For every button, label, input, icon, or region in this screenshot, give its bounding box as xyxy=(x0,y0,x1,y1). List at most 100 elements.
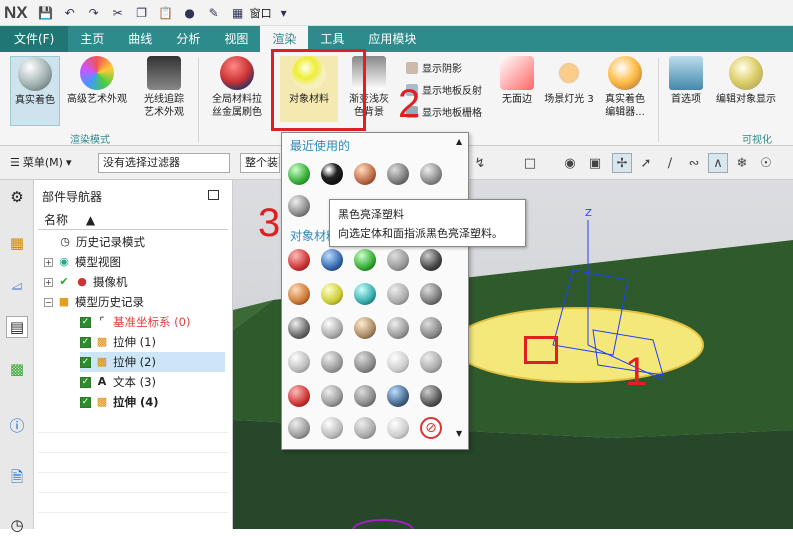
cube-select-icon[interactable]: ▣ xyxy=(585,153,605,173)
material-swatch[interactable] xyxy=(354,317,376,339)
reuse-library-icon[interactable]: ▩ xyxy=(6,358,28,380)
material-swatch[interactable] xyxy=(288,385,310,407)
material-swatch[interactable] xyxy=(288,163,310,185)
material-swatch[interactable] xyxy=(387,317,409,339)
paint-icon[interactable]: ✎ xyxy=(204,4,224,22)
tree-row-extrude-2[interactable]: ✓ ▩ 拉伸 (2) xyxy=(80,352,225,372)
history-clock-icon[interactable]: ◷ xyxy=(6,514,28,536)
material-swatch[interactable] xyxy=(354,163,376,185)
real-shading-button[interactable]: 真实着色 xyxy=(10,56,60,126)
cut-icon[interactable]: ✂ xyxy=(108,4,128,22)
show-shadow-toggle[interactable]: 显示阴影 xyxy=(406,60,462,75)
material-swatch[interactable] xyxy=(288,195,310,217)
intersect-icon[interactable]: ❄ xyxy=(732,153,752,173)
tab-app-modules[interactable]: 应用模块 xyxy=(356,26,428,52)
material-swatch[interactable] xyxy=(387,249,409,271)
midpoint-icon[interactable]: ∧ xyxy=(708,153,728,173)
snap-icon[interactable]: ↯ xyxy=(470,153,490,173)
tab-home[interactable]: 主页 xyxy=(68,26,116,52)
tree-row-text-3[interactable]: ✓ A 文本 (3) xyxy=(80,372,156,392)
web-browser-icon[interactable]: 🗎 xyxy=(6,468,28,490)
material-swatch[interactable] xyxy=(354,417,376,439)
remove-material-icon[interactable]: ⊘ xyxy=(420,417,442,439)
menu-button[interactable]: ☰ 菜单(M) ▾ xyxy=(10,154,71,170)
material-swatch-black-gloss[interactable] xyxy=(321,163,343,185)
tree-row-extrude-1[interactable]: ✓ ▩ 拉伸 (1) xyxy=(80,332,156,352)
material-swatch[interactable] xyxy=(321,417,343,439)
expand-icon[interactable]: + xyxy=(44,277,53,287)
material-swatch[interactable] xyxy=(288,283,310,305)
scene-light-button[interactable]: 场景灯光 3 xyxy=(540,56,598,106)
info-icon[interactable]: ⓘ xyxy=(6,414,28,436)
center-icon[interactable]: ☉ xyxy=(756,153,776,173)
material-swatch[interactable] xyxy=(288,417,310,439)
selection-filter-select[interactable]: 没有选择过滤器 xyxy=(98,153,230,173)
material-swatch[interactable] xyxy=(354,351,376,373)
visibility-checkbox[interactable]: ✓ xyxy=(80,376,91,388)
visibility-checkbox[interactable]: ✓ xyxy=(80,356,91,368)
chevron-down-icon[interactable]: ▾ xyxy=(274,4,294,22)
material-swatch[interactable] xyxy=(387,283,409,305)
material-swatch[interactable] xyxy=(321,249,343,271)
material-swatch[interactable] xyxy=(420,249,442,271)
assembly-scope-select[interactable]: 整个装配 xyxy=(240,153,280,173)
line-icon[interactable]: ∕ xyxy=(660,153,680,173)
redo-icon[interactable]: ↷ xyxy=(84,4,104,22)
paste-icon[interactable]: 📋 xyxy=(156,4,176,22)
tree-row-model-history[interactable]: − ■ 模型历史记录 xyxy=(44,292,144,312)
copy-icon[interactable]: ❐ xyxy=(132,4,152,22)
window-icon[interactable]: ▦ xyxy=(228,4,248,22)
point-snap-icon[interactable]: ✢ xyxy=(612,153,632,173)
visibility-checkbox[interactable]: ✓ xyxy=(80,316,91,328)
material-swatch[interactable] xyxy=(387,417,409,439)
material-swatch[interactable] xyxy=(288,249,310,271)
save-icon[interactable]: 💾 xyxy=(36,4,56,22)
material-swatch[interactable] xyxy=(354,249,376,271)
maximize-icon[interactable] xyxy=(208,190,219,200)
edit-object-display-button[interactable]: 编辑对象显示 xyxy=(710,56,782,106)
material-swatch[interactable] xyxy=(387,385,409,407)
material-swatch[interactable] xyxy=(420,283,442,305)
material-swatch[interactable] xyxy=(288,351,310,373)
material-swatch[interactable] xyxy=(354,283,376,305)
material-swatch[interactable] xyxy=(387,351,409,373)
material-swatch[interactable] xyxy=(321,317,343,339)
material-swatch[interactable] xyxy=(354,385,376,407)
visibility-checkbox[interactable]: ✓ xyxy=(80,336,91,348)
tree-row-extrude-4[interactable]: ✓ ▩ 拉伸 (4) xyxy=(80,392,159,412)
material-swatch[interactable] xyxy=(288,317,310,339)
advanced-art-button[interactable]: 高级艺术外观 xyxy=(64,56,130,106)
window-menu[interactable]: 窗口 xyxy=(250,5,272,21)
endpoint-icon[interactable]: ➚ xyxy=(636,153,656,173)
expand-icon[interactable]: + xyxy=(44,257,53,267)
no-edge-button[interactable]: 无面边 xyxy=(496,56,538,106)
tab-analysis[interactable]: 分析 xyxy=(164,26,212,52)
tree-row-camera[interactable]: + ✔ ● 摄像机 xyxy=(44,272,128,292)
tree-row-datum-csys[interactable]: ✓ ⌜ 基准坐标系 (0) xyxy=(80,312,190,332)
collapse-icon[interactable]: − xyxy=(44,297,53,307)
material-swatch[interactable] xyxy=(420,385,442,407)
material-swatch[interactable] xyxy=(420,163,442,185)
tree-row-history-mode[interactable]: ◷ 历史记录模式 xyxy=(58,232,145,252)
assembly-nav-icon[interactable]: ▦ xyxy=(6,232,28,254)
visibility-checkbox[interactable]: ✓ xyxy=(80,396,91,408)
preferences-button[interactable]: 首选项 xyxy=(664,56,708,106)
material-swatch[interactable] xyxy=(321,283,343,305)
material-swatch[interactable] xyxy=(321,351,343,373)
material-swatch[interactable] xyxy=(420,351,442,373)
gear-icon[interactable]: ⚙ xyxy=(6,186,28,208)
select-box-icon[interactable]: □ xyxy=(520,153,540,173)
constraint-nav-icon[interactable]: ⧡ xyxy=(6,274,28,296)
real-shading-editor-button[interactable]: 真实着色 编辑器... xyxy=(600,56,650,119)
tab-file[interactable]: 文件(F) xyxy=(0,26,69,52)
tab-curve[interactable]: 曲线 xyxy=(116,26,164,52)
curve-icon[interactable]: ∾ xyxy=(684,153,704,173)
part-nav-icon[interactable]: ▤ xyxy=(6,316,28,338)
undo-icon[interactable]: ↶ xyxy=(60,4,80,22)
solid-icon[interactable]: ◉ xyxy=(560,153,580,173)
material-swatch[interactable] xyxy=(420,317,442,339)
tab-view[interactable]: 视图 xyxy=(212,26,260,52)
column-header-name[interactable]: 名称 ▲ xyxy=(38,210,228,230)
tree-row-model-views[interactable]: + ◉ 模型视图 xyxy=(44,252,121,272)
scroll-down-icon[interactable]: ▼ xyxy=(456,429,462,438)
